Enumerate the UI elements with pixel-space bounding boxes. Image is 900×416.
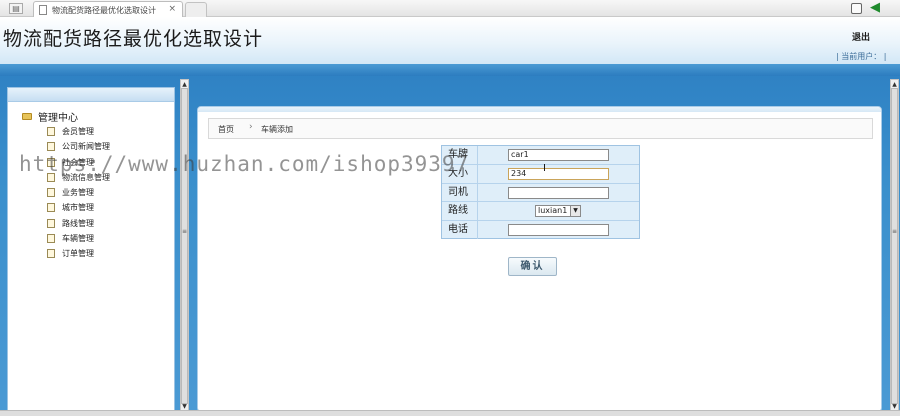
vehicle-form: 车牌 car1 大小 234 司机 路线 luxian1 ▼ 电话 (441, 145, 640, 240)
scroll-down-icon[interactable]: ▼ (181, 403, 188, 410)
sidebar-item-city[interactable]: 城市管理 (47, 202, 110, 217)
form-row-phone: 电话 (442, 221, 639, 240)
new-tab-button[interactable] (185, 2, 207, 17)
driver-input[interactable] (508, 186, 609, 199)
confirm-button[interactable]: 确认 (508, 257, 557, 276)
tab-close-icon[interactable]: × (168, 4, 176, 14)
scrollbar-grip-icon: ≡ (891, 228, 898, 235)
page-icon (47, 218, 55, 228)
sidebar-header (8, 88, 174, 102)
folder-open-icon (22, 113, 32, 120)
sidebar-item-label: 会员管理 (62, 127, 94, 136)
sidebar-item-label: 订单管理 (62, 249, 94, 259)
logout-link[interactable]: 退出 (852, 30, 870, 43)
current-user-info: | 当前用户： | (836, 52, 887, 61)
scrollbar-thumb[interactable] (891, 88, 898, 404)
browser-tab[interactable]: 物流配货路径最优化选取设计 × (33, 1, 183, 17)
page-icon (47, 203, 55, 213)
scroll-up-icon[interactable]: ▲ (891, 81, 898, 88)
site-title: 物流配货路径最优化选取设计 (3, 28, 264, 50)
sidebar-item-route[interactable]: 路线管理 (47, 218, 110, 233)
page-icon (47, 142, 55, 152)
sidebar-item-label: 业务管理 (62, 188, 94, 198)
text-cursor-icon: I (543, 163, 546, 174)
breadcrumb-separator-icon: › (249, 122, 253, 132)
plate-input[interactable]: car1 (508, 149, 609, 161)
size-input[interactable]: 234 (508, 167, 609, 180)
breadcrumb-current: 车辆添加 (261, 125, 293, 134)
page-icon (47, 127, 55, 136)
form-row-route: 路线 luxian1 ▼ (442, 202, 639, 222)
form-row-size: 大小 234 (442, 164, 639, 184)
driver-label: 司机 (442, 183, 478, 202)
browser-tab-bar: ▤ 物流配货路径最优化选取设计 × ◀ (0, 0, 900, 17)
content-panel-top (198, 107, 881, 112)
sidebar-item-label: 公司新闻管理 (62, 142, 110, 152)
tab-list-icon[interactable]: ▤ (9, 3, 23, 14)
sidebar-menu: 会员管理 公司新闻管理 社会管理 物流信息管理 业务管理 城市管理 路线管理 车… (47, 126, 110, 264)
route-select-value: luxian1 (538, 206, 568, 216)
scrollbar-grip-icon: ≡ (181, 228, 188, 235)
watermark: https://www.huzhan.com/ishop39397 (19, 152, 470, 176)
save-icon[interactable] (851, 3, 862, 14)
header-band (0, 64, 900, 76)
page-icon (47, 188, 55, 198)
content-scrollbar[interactable]: ▲ ≡ ▼ (890, 79, 899, 412)
sidebar-item-member[interactable]: 会员管理 (47, 126, 110, 141)
sidebar-item-label: 城市管理 (62, 203, 94, 213)
tree-root[interactable]: 管理中心 (22, 109, 78, 124)
scrollbar-thumb[interactable] (181, 88, 188, 404)
sidebar-item-business[interactable]: 业务管理 (47, 187, 110, 202)
phone-label: 电话 (442, 221, 478, 240)
sidebar-item-label: 路线管理 (62, 218, 94, 228)
phone-input[interactable] (508, 224, 609, 237)
sidebar-item-label: 车辆管理 (62, 234, 94, 244)
sidebar-item-vehicle[interactable]: 车辆管理 (47, 233, 110, 248)
scroll-up-icon[interactable]: ▲ (181, 81, 188, 88)
breadcrumb: 首页 › 车辆添加 (208, 118, 873, 139)
form-row-plate: 车牌 car1 (442, 146, 639, 165)
page-icon (47, 249, 55, 259)
form-row-driver: 司机 (442, 183, 639, 203)
breadcrumb-home[interactable]: 首页 (218, 124, 234, 135)
page-icon (47, 234, 55, 244)
scroll-down-icon[interactable]: ▼ (891, 403, 898, 410)
chevron-down-icon[interactable]: ▼ (570, 206, 580, 217)
back-arrow-icon[interactable]: ◀ (870, 1, 880, 15)
sidebar: 管理中心 会员管理 公司新闻管理 社会管理 物流信息管理 业务管理 城市管理 路… (7, 87, 175, 412)
tree-root-label: 管理中心 (38, 113, 78, 124)
status-bar (0, 410, 900, 416)
page-icon (39, 5, 47, 15)
tab-title: 物流配货路径最优化选取设计 (52, 6, 156, 15)
page-header: 物流配货路径最优化选取设计 退出 | 当前用户： | (0, 17, 900, 64)
sidebar-item-order[interactable]: 订单管理 (47, 248, 110, 263)
route-label: 路线 (442, 202, 478, 221)
sidebar-scrollbar[interactable]: ▲ ≡ ▼ (180, 79, 189, 412)
route-select[interactable]: luxian1 ▼ (535, 205, 581, 218)
